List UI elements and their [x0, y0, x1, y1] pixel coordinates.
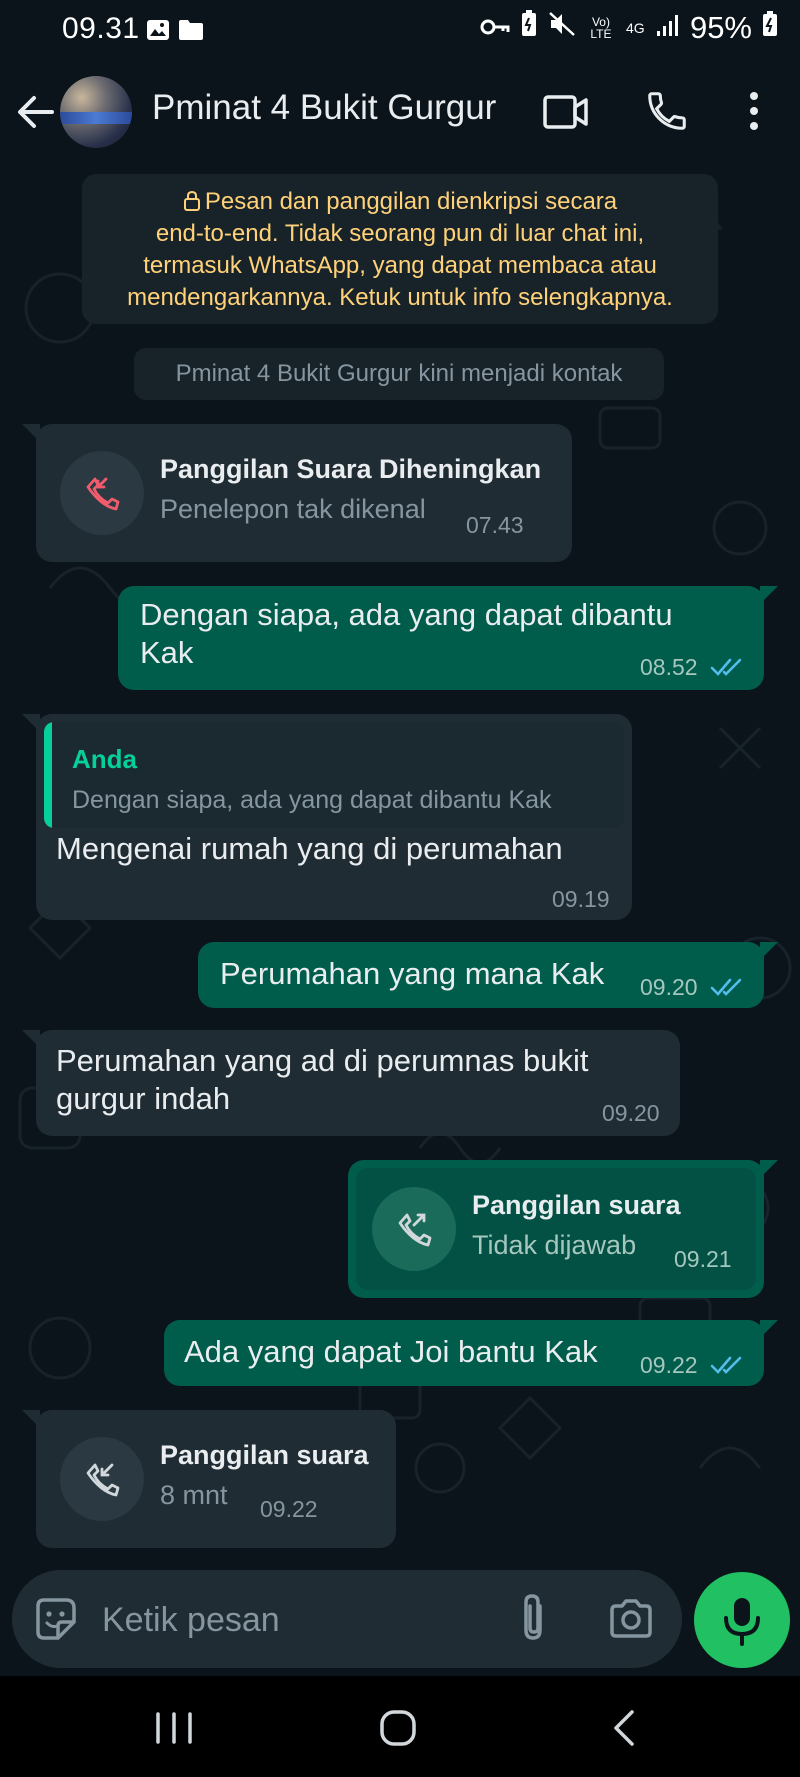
back-arrow-icon — [18, 96, 54, 128]
message-time: 09.19 — [552, 886, 610, 912]
contact-name[interactable]: Pminat 4 Bukit Gurgur — [152, 88, 496, 128]
message-text: Ada yang dapat Joi bantu Kak — [184, 1334, 598, 1369]
back-button[interactable] — [16, 92, 56, 132]
sticker-icon — [36, 1598, 76, 1640]
4g-icon: 4G — [626, 21, 646, 35]
message-text: Mengenai rumah yang di perumahan — [56, 831, 563, 866]
message-text-line-1: Perumahan yang ad di perumnas bukit — [56, 1043, 589, 1078]
quote-text: Dengan siapa, ada yang dapat dibantu Kak — [72, 786, 552, 814]
gallery-icon — [146, 16, 170, 50]
message-time: 09.20 — [640, 974, 698, 1000]
battery-icon — [762, 11, 778, 45]
message-time: 07.43 — [466, 512, 524, 538]
recents-button[interactable] — [154, 1712, 194, 1744]
battery-percentage: 95% — [689, 10, 752, 45]
quote-author: Anda — [72, 744, 137, 774]
message-time: 09.22 — [260, 1496, 318, 1522]
call-bubble-silenced[interactable]: Panggilan Suara Diheningkan Penelepon ta… — [22, 424, 572, 562]
system-note: Pminat 4 Bukit Gurgur kini menjadi konta… — [134, 348, 664, 400]
sticker-button[interactable] — [32, 1596, 78, 1642]
call-title: Panggilan Suara Diheningkan — [160, 454, 542, 484]
volte-icon: Vo) LTE — [586, 16, 616, 40]
attach-icon — [524, 1594, 542, 1640]
home-icon — [380, 1710, 416, 1746]
video-call-icon — [543, 95, 588, 129]
phone-icon — [648, 92, 686, 130]
message-text-line-2: gurgur indah — [56, 1081, 231, 1116]
call-title: Panggilan suara — [160, 1440, 369, 1470]
incoming-reply-message[interactable]: Anda Dengan siapa, ada yang dapat dibant… — [22, 714, 632, 920]
status-time: 09.31 — [62, 12, 140, 45]
voice-record-button[interactable] — [694, 1572, 790, 1668]
mute-icon — [548, 11, 576, 45]
camera-icon — [610, 1599, 652, 1638]
folder-icon — [178, 16, 204, 50]
incoming-message[interactable]: Perumahan yang ad di perumnas bukit gurg… — [22, 1030, 680, 1136]
mic-icon — [724, 1598, 760, 1646]
outgoing-message[interactable]: Dengan siapa, ada yang dapat dibantu Kak… — [118, 586, 778, 690]
call-title: Panggilan suara — [472, 1190, 681, 1220]
home-button[interactable] — [378, 1708, 418, 1748]
status-notification-icons — [146, 16, 204, 50]
outgoing-message[interactable]: Perumahan yang mana Kak 09.20 — [198, 942, 778, 1008]
lock-icon — [183, 190, 200, 211]
battery-saver-icon — [520, 10, 538, 46]
message-text-line-2: Kak — [140, 635, 194, 670]
missed-call-icon — [86, 477, 120, 511]
status-bar: 09.31 Vo) LTE 4G 95% — [0, 0, 800, 58]
quote-accent-bar — [44, 722, 52, 828]
call-icon-circle — [60, 451, 144, 535]
system-navigation-bar — [0, 1676, 800, 1777]
encryption-line-1: Pesan dan panggilan dienkripsi secara — [204, 188, 618, 215]
read-ticks-icon — [710, 658, 742, 676]
more-options-button[interactable] — [740, 88, 768, 134]
volte-label: Vo) LTE — [590, 15, 612, 41]
message-text-line-1: Dengan siapa, ada yang dapat dibantu — [140, 597, 673, 632]
call-icon-circle — [372, 1187, 456, 1271]
outgoing-message[interactable]: Ada yang dapat Joi bantu Kak 09.22 — [164, 1320, 778, 1386]
call-subtitle: Tidak dijawab — [472, 1230, 637, 1260]
call-icon-circle — [60, 1437, 144, 1521]
chat-header: Pminat 4 Bukit Gurgur — [0, 58, 800, 168]
encryption-notice[interactable]: Pesan dan panggilan dienkripsi secara en… — [82, 174, 718, 324]
attach-button[interactable] — [514, 1592, 554, 1644]
recents-icon — [156, 1712, 192, 1744]
network-type-label: 4G — [625, 20, 645, 36]
outgoing-call-icon — [398, 1213, 432, 1247]
quoted-message[interactable]: Anda Dengan siapa, ada yang dapat dibant… — [44, 722, 624, 828]
message-time: 09.22 — [640, 1352, 698, 1378]
message-time: 09.20 — [602, 1100, 660, 1126]
encryption-line-3: termasuk WhatsApp, yang dapat membaca at… — [143, 252, 657, 279]
key-icon — [480, 11, 510, 45]
message-input[interactable] — [100, 1590, 504, 1650]
call-bubble-outgoing[interactable]: Panggilan suara Tidak dijawab 09.21 — [348, 1160, 778, 1298]
call-subtitle: 8 mnt — [160, 1480, 228, 1510]
camera-button[interactable] — [608, 1596, 654, 1642]
message-time: 08.52 — [640, 654, 698, 680]
encryption-line-4: mendengarkannya. Ketuk untuk info seleng… — [127, 284, 673, 311]
message-text: Perumahan yang mana Kak — [220, 956, 605, 991]
status-system-icons: Vo) LTE 4G 95% — [480, 10, 778, 46]
read-ticks-icon — [710, 1356, 742, 1374]
video-call-button[interactable] — [542, 90, 590, 134]
message-time: 09.21 — [674, 1246, 732, 1272]
encryption-line-2: end-to-end. Tidak seorang pun di luar ch… — [155, 220, 645, 247]
chevron-left-icon — [614, 1710, 634, 1746]
call-subtitle: Penelepon tak dikenal — [160, 494, 426, 524]
voice-call-button[interactable] — [644, 88, 690, 134]
incoming-call-icon — [86, 1463, 120, 1497]
call-bubble-incoming[interactable]: Panggilan suara 8 mnt 09.22 — [22, 1410, 396, 1548]
system-back-button[interactable] — [608, 1708, 638, 1748]
more-vert-icon — [750, 92, 758, 130]
contact-avatar[interactable] — [60, 76, 132, 148]
signal-icon — [656, 11, 680, 45]
message-composer — [12, 1570, 682, 1668]
read-ticks-icon — [710, 978, 742, 996]
